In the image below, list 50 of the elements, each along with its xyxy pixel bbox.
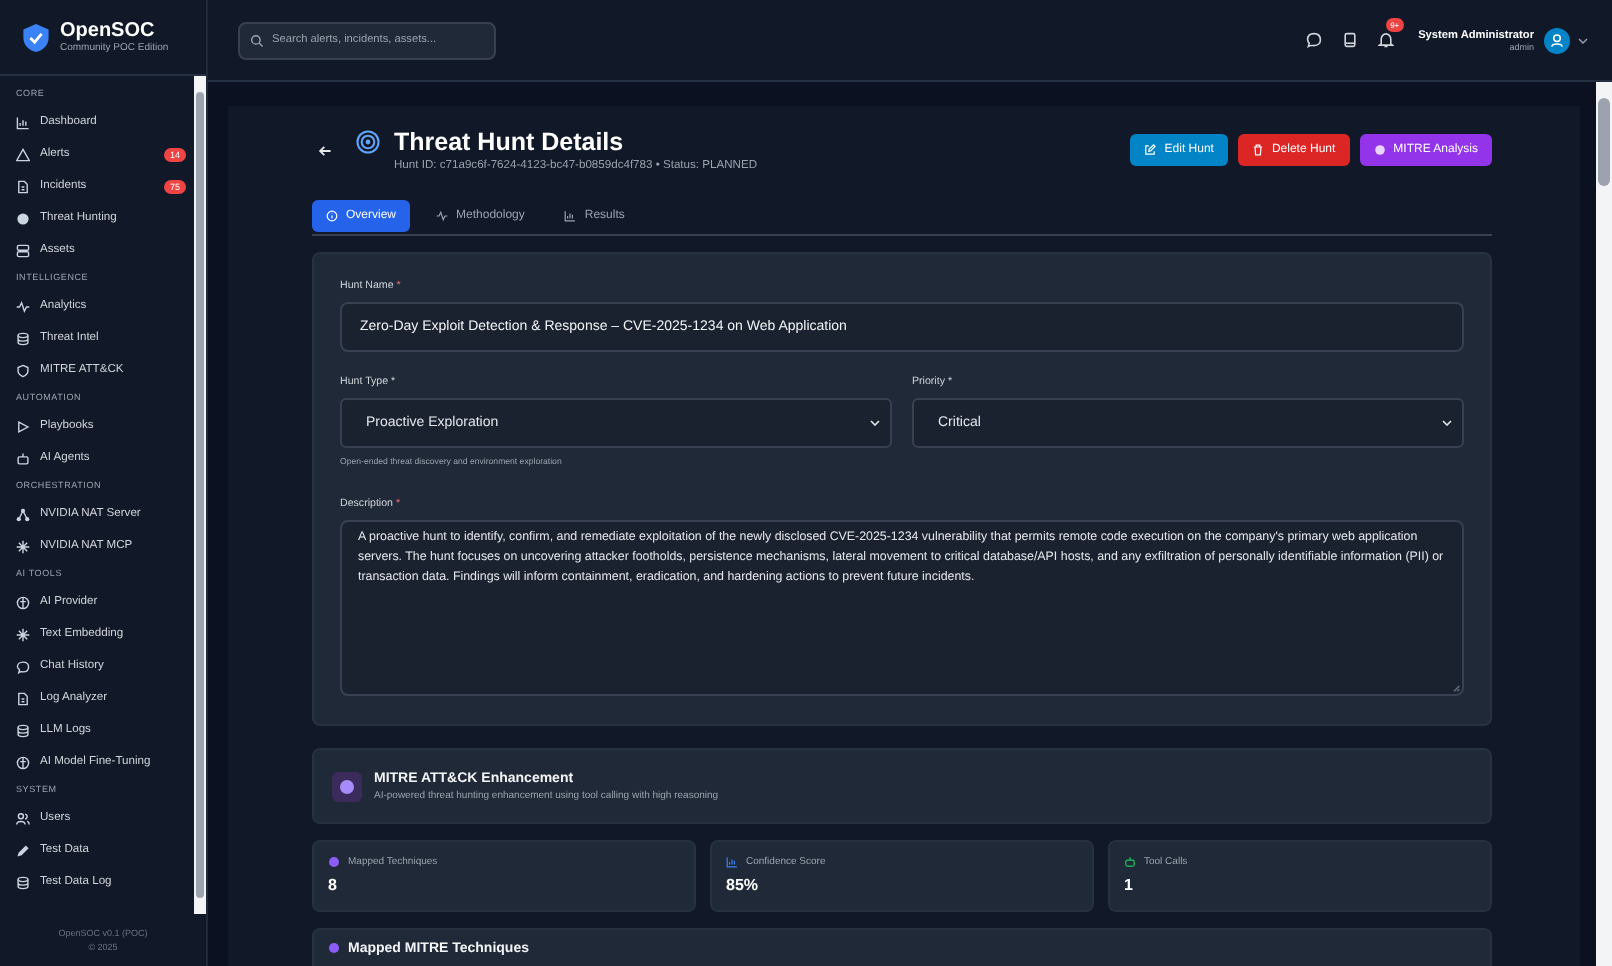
- nav-icon: [16, 331, 30, 345]
- nav-icon: [16, 811, 30, 825]
- search-icon: [250, 33, 264, 47]
- nav-icon: [16, 691, 30, 705]
- bar-chart-icon: [564, 210, 577, 222]
- robot-icon: [1124, 856, 1136, 868]
- nav-icon: [16, 179, 30, 193]
- chevron-icon: [1442, 420, 1452, 426]
- nav-icon: [16, 875, 30, 889]
- nav-icon: [16, 243, 30, 257]
- sidebar-scrollbar[interactable]: [194, 76, 206, 914]
- stat-value: 85%: [726, 876, 761, 894]
- bell-icon[interactable]: [1378, 32, 1395, 48]
- pulse-icon: [436, 210, 449, 222]
- nav-icon: [16, 147, 30, 161]
- nav-icon: [16, 627, 30, 641]
- chat-icon[interactable]: [1306, 32, 1323, 48]
- nav-icon: [16, 363, 30, 377]
- nav-icon: [16, 595, 30, 609]
- nav-icon: [16, 507, 30, 521]
- info-icon: [326, 210, 338, 222]
- nav-icon: [16, 211, 30, 225]
- brand-name: OpenSOC: [60, 20, 157, 42]
- nav-icon: [16, 755, 30, 769]
- avatar-icon[interactable]: [1544, 27, 1570, 53]
- trash-icon: [1251, 144, 1264, 156]
- target-icon: [356, 130, 380, 154]
- edit-icon: [1144, 144, 1157, 156]
- nav-icon: [16, 451, 30, 465]
- page-title: Threat Hunt Details: [394, 128, 626, 156]
- circle-icon: [328, 942, 340, 954]
- nav-icon: [16, 299, 30, 313]
- book-icon[interactable]: [1342, 32, 1359, 48]
- chevron-icon: [870, 420, 880, 426]
- page-scrollbar[interactable]: [1596, 82, 1612, 966]
- nav-icon: [16, 539, 30, 553]
- nav-icon: [16, 419, 30, 433]
- stat-value: 1: [1124, 876, 1135, 894]
- nav-icon: [16, 659, 30, 673]
- nav-icon: [16, 843, 30, 857]
- nav-icon: [16, 115, 30, 129]
- circle-icon: [1373, 144, 1386, 156]
- bar-chart-icon: [726, 856, 738, 868]
- back-arrow-icon[interactable]: [318, 143, 332, 157]
- stat-value: 8: [328, 876, 339, 894]
- caret-icon[interactable]: [1578, 37, 1588, 43]
- shield-logo-icon: [22, 21, 50, 53]
- circle-icon: [328, 856, 340, 868]
- resize-handle-icon[interactable]: [1452, 684, 1460, 692]
- nav-icon: [16, 723, 30, 737]
